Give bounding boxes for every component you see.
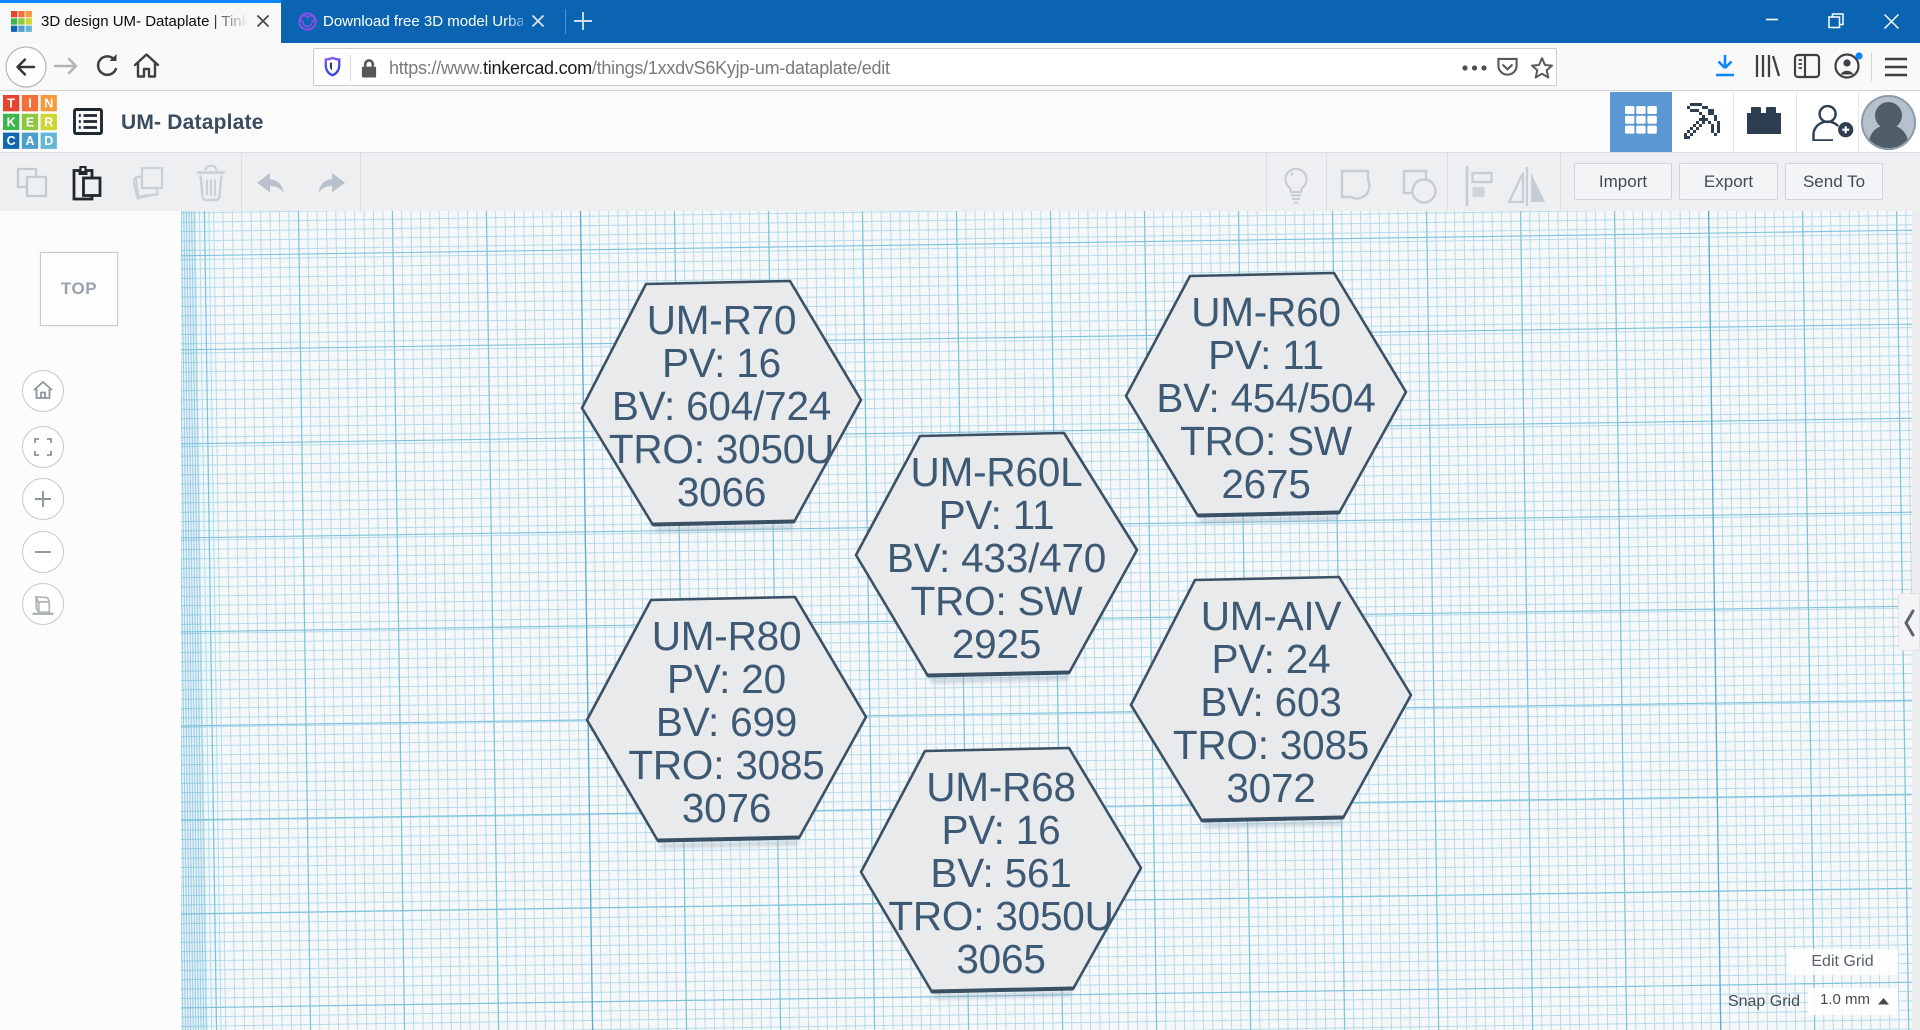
svg-text:E: E (26, 115, 34, 129)
svg-text:K: K (7, 115, 16, 129)
svg-text:T: T (7, 97, 15, 111)
svg-text:A: A (25, 134, 34, 148)
svg-text:R: R (44, 115, 53, 129)
svg-text:D: D (44, 134, 53, 148)
svg-text:C: C (7, 134, 16, 148)
svg-text:N: N (44, 97, 53, 111)
svg-text:I: I (28, 97, 31, 111)
